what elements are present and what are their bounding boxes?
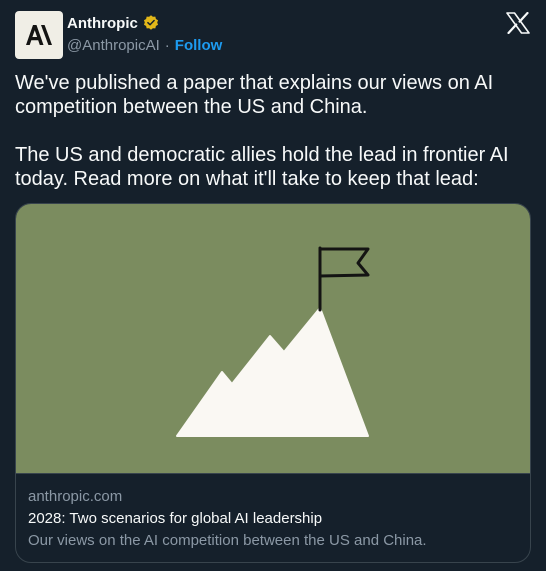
verified-badge-icon (142, 14, 160, 32)
link-preview-meta: anthropic.com 2028: Two scenarios for gl… (16, 474, 530, 551)
link-title[interactable]: 2028: Two scenarios for global AI leader… (28, 509, 518, 529)
link-description: Our views on the AI competition between … (28, 532, 427, 549)
author-name-row: Anthropic (67, 14, 160, 32)
mountain-with-flag-illustration (176, 246, 370, 437)
author-name[interactable]: Anthropic (67, 15, 138, 32)
x-logo-icon[interactable] (506, 12, 530, 34)
link-preview-card[interactable]: anthropic.com 2028: Two scenarios for gl… (15, 203, 531, 563)
tweet-paragraph: We've published a paper that explains ou… (15, 72, 494, 118)
link-domain: anthropic.com (28, 488, 123, 505)
avatar[interactable] (15, 11, 63, 59)
tweet-paragraph: The US and democratic allies hold the le… (15, 144, 509, 190)
separator-dot: · (164, 37, 170, 54)
follow-button[interactable]: Follow (175, 37, 223, 54)
link-preview-image[interactable] (16, 204, 530, 474)
handle-row: @AnthropicAI · Follow (67, 37, 222, 54)
tweet-text: We've published a paper that explains ou… (15, 71, 531, 191)
tweet-embed: Anthropic @AnthropicAI · Follow We've pu… (0, 0, 546, 571)
anthropic-logo-icon (26, 25, 52, 45)
author-handle[interactable]: @AnthropicAI (67, 37, 160, 54)
